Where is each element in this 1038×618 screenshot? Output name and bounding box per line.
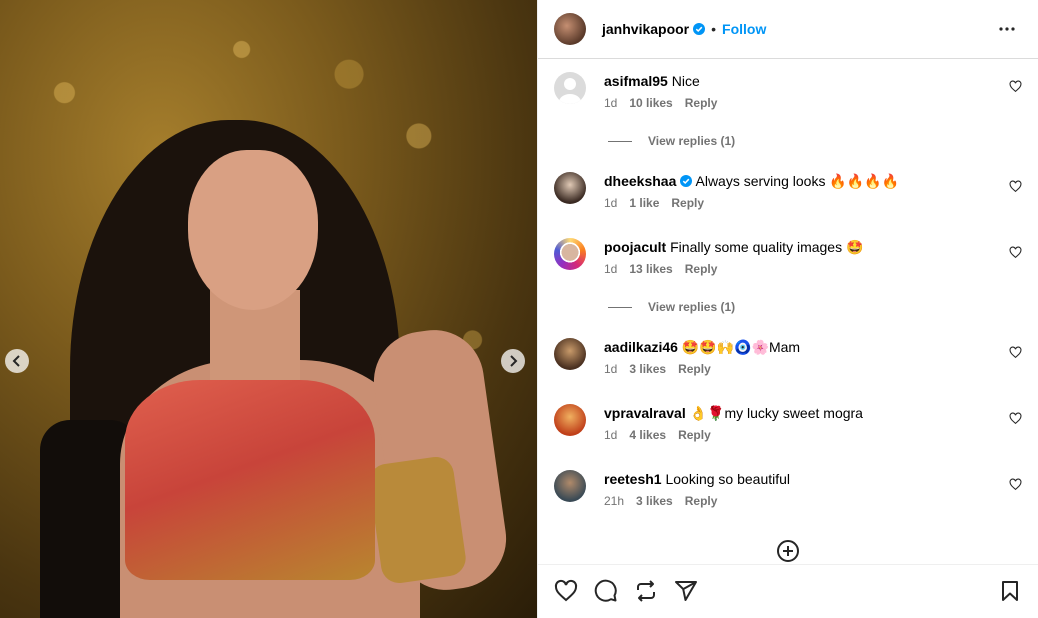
- comment-likes[interactable]: 10 likes: [629, 96, 672, 110]
- comment-avatar[interactable]: [554, 470, 586, 502]
- more-options-icon[interactable]: [998, 20, 1016, 38]
- heart-icon[interactable]: [1009, 412, 1022, 425]
- comment-text: 👌🌹my lucky sweet mogra: [689, 405, 863, 421]
- comment-username[interactable]: reetesh1: [604, 471, 662, 487]
- verified-badge-icon: [680, 175, 693, 187]
- comment-item: dheekshaa Always serving looks 🔥🔥🔥🔥 1d 1 …: [554, 172, 1022, 210]
- default-avatar-icon: [559, 78, 581, 104]
- comment-likes[interactable]: 13 likes: [629, 262, 672, 276]
- comment-avatar[interactable]: [554, 338, 586, 370]
- comment-username[interactable]: asifmal95: [604, 73, 668, 89]
- next-image-button[interactable]: [501, 349, 525, 373]
- view-replies-button[interactable]: View replies (1): [608, 300, 735, 314]
- previous-image-button[interactable]: [5, 349, 29, 373]
- heart-icon[interactable]: [1009, 180, 1022, 193]
- post-side-panel: janhvikapoor • Follow asifmal95 Nice 1d 1…: [537, 0, 1038, 618]
- comment-likes[interactable]: 3 likes: [636, 494, 673, 508]
- reply-button[interactable]: Reply: [678, 428, 711, 442]
- share-icon[interactable]: [674, 579, 698, 603]
- comment-time[interactable]: 1d: [604, 362, 617, 376]
- verified-badge-icon: [693, 23, 706, 35]
- repost-icon[interactable]: [634, 579, 658, 603]
- comment-item: reetesh1 Looking so beautiful 21h 3 likes…: [554, 470, 1022, 508]
- comment-item: poojacult Finally some quality images 🤩 …: [554, 238, 1022, 276]
- author-username[interactable]: janhvikapoor: [602, 21, 689, 37]
- post-image[interactable]: [0, 0, 537, 618]
- post-dialog: janhvikapoor • Follow asifmal95 Nice 1d 1…: [0, 0, 1038, 618]
- comment-time[interactable]: 1d: [604, 428, 617, 442]
- chevron-left-icon: [12, 355, 20, 367]
- comment-avatar[interactable]: [554, 404, 586, 436]
- heart-icon[interactable]: [1009, 478, 1022, 491]
- comment-item: aadilkazi46 🤩🤩🙌🧿🌸Mam 1d 3 likes Reply: [554, 338, 1022, 376]
- comment-likes[interactable]: 3 likes: [629, 362, 666, 376]
- comment-username[interactable]: dheekshaa: [604, 173, 676, 189]
- post-header: janhvikapoor • Follow: [538, 0, 1038, 59]
- comment-text: Always serving looks 🔥🔥🔥🔥: [695, 173, 900, 189]
- follow-button[interactable]: Follow: [722, 21, 766, 37]
- comment-username[interactable]: poojacult: [604, 239, 666, 255]
- heart-icon[interactable]: [554, 579, 578, 603]
- comment-text: 🤩🤩🙌🧿🌸Mam: [681, 339, 801, 355]
- comment-time[interactable]: 1d: [604, 196, 617, 210]
- comment-avatar[interactable]: [554, 72, 586, 104]
- comment-item: vpravalraval 👌🌹my lucky sweet mogra 1d 4 …: [554, 404, 1022, 442]
- heart-icon[interactable]: [1009, 246, 1022, 259]
- bookmark-icon[interactable]: [998, 579, 1022, 603]
- reply-button[interactable]: Reply: [671, 196, 704, 210]
- comment-item: asifmal95 Nice 1d 10 likes Reply: [554, 72, 1022, 110]
- chevron-right-icon: [510, 355, 518, 367]
- separator-dot: •: [711, 21, 717, 37]
- comment-username[interactable]: aadilkazi46: [604, 339, 678, 355]
- comment-avatar[interactable]: [554, 238, 586, 270]
- comment-avatar[interactable]: [554, 172, 586, 204]
- reply-button[interactable]: Reply: [685, 494, 718, 508]
- action-bar: [538, 564, 1038, 618]
- add-circle-icon[interactable]: [776, 539, 800, 563]
- comment-icon[interactable]: [594, 579, 618, 603]
- comment-time[interactable]: 1d: [604, 262, 617, 276]
- view-replies-button[interactable]: View replies (1): [608, 134, 735, 148]
- comments-list[interactable]: asifmal95 Nice 1d 10 likes Reply View repl…: [538, 59, 1038, 564]
- comment-time[interactable]: 1d: [604, 96, 617, 110]
- comment-username[interactable]: vpravalraval: [604, 405, 686, 421]
- reply-button[interactable]: Reply: [678, 362, 711, 376]
- comment-likes[interactable]: 1 like: [629, 196, 659, 210]
- heart-icon[interactable]: [1009, 80, 1022, 93]
- comment-time[interactable]: 21h: [604, 494, 624, 508]
- heart-icon[interactable]: [1009, 346, 1022, 359]
- comment-likes[interactable]: 4 likes: [629, 428, 666, 442]
- comment-text: Looking so beautiful: [665, 471, 791, 487]
- comment-text: Finally some quality images 🤩: [670, 239, 864, 255]
- reply-button[interactable]: Reply: [685, 262, 718, 276]
- reply-button[interactable]: Reply: [685, 96, 718, 110]
- comment-text: Nice: [671, 73, 700, 89]
- author-avatar[interactable]: [554, 13, 586, 45]
